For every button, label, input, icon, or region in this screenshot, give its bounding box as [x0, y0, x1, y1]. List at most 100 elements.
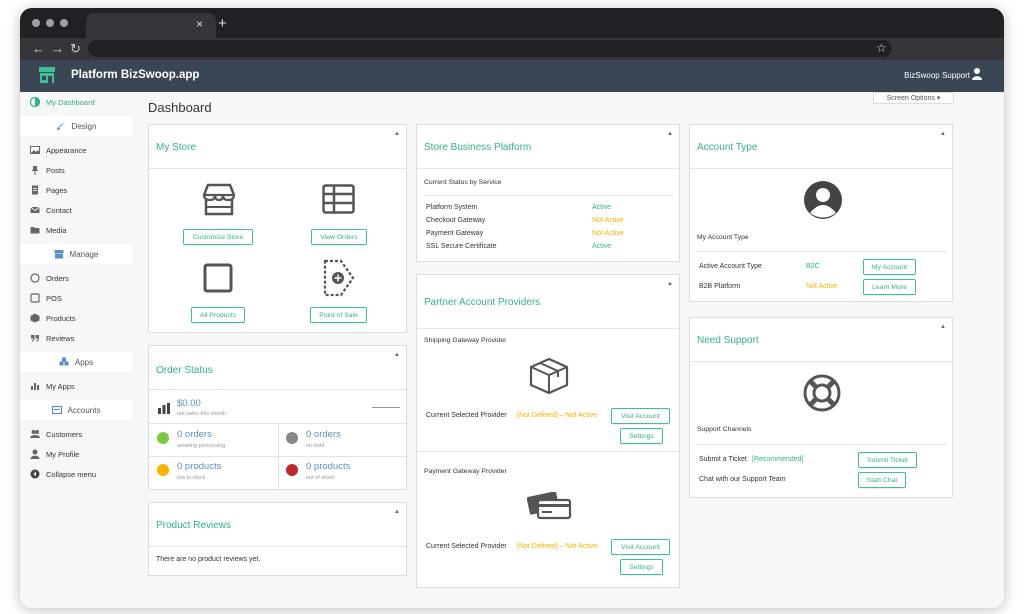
current-provider-label: Current Selected Provider	[426, 543, 507, 550]
sidebar-group-design[interactable]: Design	[20, 116, 132, 136]
bookmark-star-icon[interactable]: ☆	[876, 41, 887, 55]
forward-arrow-icon[interactable]: →	[51, 41, 64, 56]
my-account-button[interactable]: My Account	[863, 259, 916, 275]
window-controls[interactable]	[32, 19, 68, 27]
partner-providers-card: Partner Account Providers ▲ Shipping Gat…	[416, 274, 681, 588]
folder-icon	[30, 227, 40, 234]
service-name: Checkout Gateway	[426, 217, 486, 224]
sidebar-item-posts[interactable]: Posts	[20, 160, 132, 180]
need-support-card: Need Support ▲ Support Channels Submit a…	[689, 317, 953, 498]
divider	[424, 195, 674, 196]
service-name: Payment Gateway	[426, 230, 484, 237]
sidebar-item-collapse[interactable]: Collapse menu	[20, 464, 132, 484]
card-header: Partner Account Providers ▲	[417, 275, 679, 329]
sidebar-item-label: Media	[46, 225, 67, 235]
card-title: Partner Account Providers	[424, 297, 541, 308]
sidebar: My Dashboard Design Appearance Posts Pag…	[20, 92, 132, 532]
point-of-sale-button[interactable]: Point of Sale	[310, 307, 367, 323]
store-logo-icon[interactable]	[38, 66, 56, 84]
sidebar-group-accounts[interactable]: Accounts	[20, 400, 132, 420]
new-tab-icon[interactable]: +	[218, 15, 227, 32]
support-link[interactable]: BizSwoop Support	[904, 71, 970, 80]
card-title: Order Status	[156, 365, 213, 376]
sidebar-item-pos[interactable]: POS	[20, 288, 132, 308]
b2b-status: Not Active	[806, 283, 838, 290]
shipping-settings-button[interactable]: Settings	[620, 428, 663, 444]
sidebar-item-media[interactable]: Media	[20, 220, 132, 240]
collapse-caret-icon[interactable]: ▲	[667, 131, 673, 137]
chart-icon	[31, 383, 39, 390]
out-of-stock-value[interactable]: 0 products	[306, 461, 350, 472]
sidebar-item-products[interactable]: Products	[20, 308, 132, 328]
sidebar-item-my-profile[interactable]: My Profile	[20, 444, 132, 464]
screen-options-button[interactable]: Screen Options ▾	[873, 92, 954, 104]
payment-settings-button[interactable]: Settings	[620, 559, 663, 575]
all-products-button[interactable]: All Products	[191, 307, 245, 323]
net-sales-value[interactable]: $0.00	[177, 398, 201, 409]
card-title: My Store	[156, 142, 197, 153]
envelope-icon	[30, 206, 40, 213]
start-chat-button[interactable]: Start Chat	[858, 472, 906, 488]
bar-chart-icon	[158, 403, 170, 414]
storefront-icon	[202, 183, 236, 216]
low-stock-value[interactable]: 0 products	[177, 461, 221, 472]
customize-store-button[interactable]: Customize Store	[183, 229, 253, 245]
account-avatar-icon	[804, 181, 842, 219]
image-icon	[30, 146, 40, 154]
sidebar-group-label: Accounts	[67, 405, 101, 415]
sidebar-group-apps[interactable]: Apps	[20, 352, 132, 372]
collapse-caret-icon[interactable]: ▲	[394, 352, 400, 358]
dashboard-icon	[30, 97, 40, 107]
view-orders-button[interactable]: View Orders	[311, 229, 367, 245]
collapse-caret-icon[interactable]: ▲	[940, 324, 946, 330]
card-header: Need Support ▲	[690, 318, 952, 362]
user-icon[interactable]	[972, 68, 982, 80]
order-status-card: Order Status ▲ $0.00 net sales this mont…	[148, 345, 408, 490]
shipping-visit-account-button[interactable]: Visit Account	[611, 408, 670, 424]
pages-icon	[32, 185, 38, 195]
close-tab-icon[interactable]: ×	[196, 17, 203, 31]
sidebar-item-my-apps[interactable]: My Apps	[20, 376, 132, 396]
awaiting-value[interactable]: 0 orders	[177, 429, 212, 440]
quote-icon	[31, 335, 40, 342]
lifebuoy-icon	[803, 374, 841, 412]
payment-visit-account-button[interactable]: Visit Account	[611, 539, 670, 555]
sidebar-item-orders[interactable]: Orders	[20, 268, 132, 288]
sidebar-item-pages[interactable]: Pages	[20, 180, 132, 200]
submit-ticket-button[interactable]: Submit Ticket	[858, 452, 917, 468]
sidebar-group-manage[interactable]: Manage	[20, 244, 132, 264]
browser-window: × + ← → ↻ ☆ Platform BizSwoop.app BizSwo…	[20, 8, 1004, 608]
sidebar-item-appearance[interactable]: Appearance	[20, 140, 132, 160]
service-status: Active	[592, 204, 612, 211]
sidebar-item-dashboard[interactable]: My Dashboard	[20, 92, 132, 112]
awaiting-icon	[157, 432, 169, 444]
sidebar-item-customers[interactable]: Customers	[20, 424, 132, 444]
chat-label: Chat with our Support Team	[699, 476, 786, 483]
collapse-caret-icon[interactable]: ▲	[667, 281, 673, 287]
reload-icon[interactable]: ↻	[70, 41, 81, 57]
table-icon	[322, 184, 355, 214]
user-icon	[30, 449, 40, 459]
my-store-card: My Store ▲ Customize Store View Orders A…	[148, 124, 407, 333]
page-title: Dashboard	[148, 100, 212, 115]
sidebar-item-contact[interactable]: Contact	[20, 200, 132, 220]
back-arrow-icon[interactable]: ←	[32, 41, 45, 56]
address-bar[interactable]	[88, 40, 892, 57]
sidebar-item-label: Customers	[46, 429, 83, 439]
cubes-icon	[59, 357, 69, 366]
learn-more-button[interactable]: Learn More	[863, 279, 916, 295]
service-status: Not Active	[592, 230, 624, 237]
submit-ticket-label: Submit a Ticket	[699, 456, 747, 463]
main-content: Dashboard Screen Options ▾ My Store ▲ Cu…	[148, 92, 1004, 608]
out-of-stock-label: out of stock	[306, 475, 335, 481]
app-title: Platform BizSwoop.app	[71, 69, 200, 81]
on-hold-value[interactable]: 0 orders	[306, 429, 341, 440]
shipping-provider-label: Shipping Gateway Provider	[424, 337, 507, 344]
app-header: Platform BizSwoop.app BizSwoop Support	[20, 60, 1004, 92]
sidebar-item-reviews[interactable]: Reviews	[20, 328, 132, 348]
collapse-caret-icon[interactable]: ▲	[394, 131, 400, 137]
collapse-caret-icon[interactable]: ▲	[940, 131, 946, 137]
empty-reviews-text: There are no product reviews yet.	[156, 556, 261, 563]
service-name: Platform System	[426, 204, 478, 211]
collapse-caret-icon[interactable]: ▲	[394, 509, 400, 515]
